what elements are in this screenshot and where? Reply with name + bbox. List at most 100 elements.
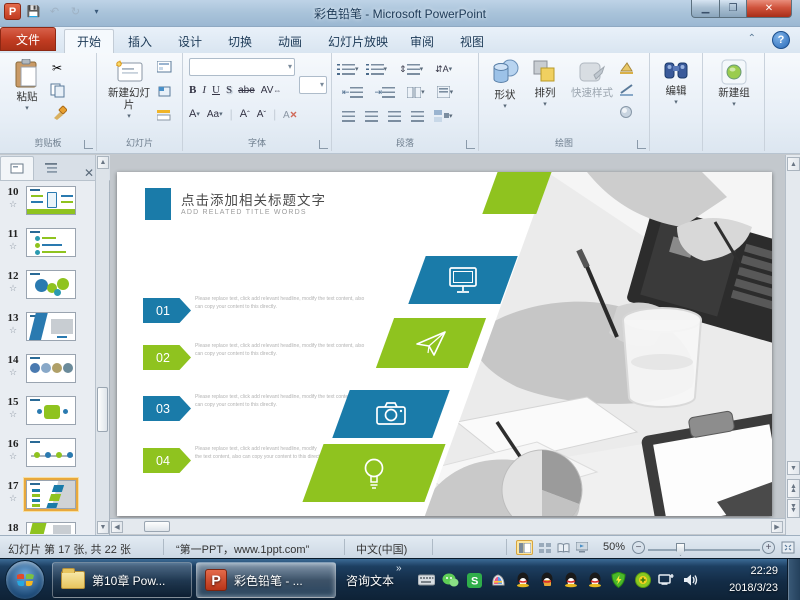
next-slide-button[interactable]: ▼▼ [787,499,800,518]
kingsoft-icon[interactable] [634,572,651,589]
tab-transitions[interactable]: 切换 [216,29,264,53]
help-icon[interactable]: ? [772,31,790,49]
tab-review[interactable]: 审阅 [398,29,446,53]
outline-pane-tab[interactable] [34,156,68,180]
previous-slide-button[interactable]: ▲▲ [787,479,800,498]
change-case-button[interactable]: A▾ [189,105,200,123]
scroll-right-icon[interactable]: ▶ [771,521,783,533]
animation-star-icon[interactable]: ☆ [2,241,24,252]
qq-icon-2[interactable] [538,572,555,589]
save-icon[interactable]: 💾 [25,3,42,20]
justify-button[interactable] [411,107,424,125]
item-text-01[interactable]: Please replace text, click add relevant … [195,295,365,311]
item-text-02[interactable]: Please replace text, click add relevant … [195,342,365,358]
qat-customize-icon[interactable]: ▾ [88,3,105,20]
arrange-button[interactable]: 排列 ▾ [527,59,563,109]
tab-animations[interactable]: 动画 [266,29,314,53]
slide-thumbnail-14[interactable]: 14 ☆ [0,354,92,386]
clipboard-dialog-launcher-icon[interactable] [84,140,93,149]
taskbar-toolbar-label[interactable]: 咨询文本 [346,572,394,589]
item-tag-01[interactable]: 01 [143,298,191,323]
decrease-indent-button[interactable]: ⇤ [342,83,363,101]
redo-icon[interactable]: ↻ [67,3,84,20]
format-painter-button[interactable] [52,105,67,123]
item-text-03[interactable]: Please replace text, click add relevant … [195,393,365,409]
zoom-level[interactable]: 50% [603,541,625,553]
tab-slideshow[interactable]: 幻灯片放映 [316,29,400,53]
animation-star-icon[interactable]: ☆ [2,283,24,294]
editor-horizontal-scrollbar[interactable]: ◀ ▶ [110,518,785,534]
slide-subtitle[interactable]: ADD RELATED TITLE WORDS [181,209,307,216]
zoom-slider-thumb[interactable] [676,543,685,556]
text-shadow-button[interactable]: S [226,81,232,99]
slide-thumbnail-12[interactable]: 12 ☆ [0,270,92,302]
new-group-button[interactable]: 新建组 ▾ [709,59,759,109]
normal-view-button[interactable] [516,540,533,555]
editor-vertical-scrollbar[interactable]: ▲ ▼ ▲▲ ▼▼ [785,155,800,535]
sidebar-scroll-down-icon[interactable]: ▼ [97,521,109,534]
tab-file[interactable]: 文件 [0,27,56,51]
monitor-shape[interactable] [408,256,517,304]
camera-shape[interactable] [332,390,449,438]
undo-icon[interactable]: ↶ [46,3,63,20]
show-desktop-button[interactable] [787,559,800,600]
slide-thumbnail-13[interactable]: 13 ☆ [0,312,92,344]
close-pane-icon[interactable]: ✕ [84,166,94,180]
powerpoint-app-icon[interactable]: P [4,3,21,20]
slides-pane-tab[interactable] [0,156,34,180]
tab-view[interactable]: 视图 [448,29,496,53]
bold-button[interactable]: B [189,81,196,99]
font-color-button[interactable]: Aa▾ [207,105,223,123]
animation-star-icon[interactable]: ☆ [2,325,24,336]
slideshow-view-button[interactable] [573,540,590,555]
shape-fill-button[interactable] [619,61,635,77]
font-name-select[interactable] [189,58,295,76]
character-spacing-button[interactable]: AV⇔ [261,81,282,99]
sidebar-scroll-up-icon[interactable]: ▲ [97,156,109,169]
qq-icon-1[interactable] [514,572,531,589]
clear-formatting-button[interactable]: A [283,105,297,123]
title-accent-square[interactable] [145,188,171,220]
sidebar-scrollbar[interactable]: ▲ ▼ [95,155,109,535]
wechat-icon[interactable] [442,572,459,589]
zoom-out-icon[interactable]: − [632,541,645,554]
increase-indent-button[interactable]: ⇥ [375,83,396,101]
fit-to-window-icon[interactable] [781,541,795,554]
network-icon[interactable] [658,572,675,589]
animation-star-icon[interactable]: ☆ [2,451,24,462]
section-button[interactable] [157,109,173,125]
scroll-up-icon[interactable]: ▲ [787,157,800,171]
quick-styles-button[interactable]: 快速样式 [567,59,617,99]
zoom-in-icon[interactable]: + [762,541,775,554]
collapse-ribbon-icon[interactable]: ⌃ [748,33,756,44]
browser-icon[interactable] [490,572,507,589]
input-keyboard-icon[interactable] [418,572,435,589]
align-center-button[interactable] [365,107,378,125]
taskbar-clock[interactable]: 22:29 2018/3/23 [729,563,778,596]
restore-button[interactable]: ❐ [720,0,747,18]
minimize-button[interactable]: ▁ [691,0,720,18]
slide-thumbnail-15[interactable]: 15 ☆ [0,396,92,428]
slide-thumbnail-11[interactable]: 11 ☆ [0,228,92,260]
animation-star-icon[interactable]: ☆ [2,493,24,504]
slide-thumbnail-16[interactable]: 16 ☆ [0,438,92,470]
item-tag-03[interactable]: 03 [143,396,191,421]
bullets-button[interactable]: ▾ [342,60,359,78]
slide-sorter-view-button[interactable] [536,540,553,555]
reset-slide-button[interactable] [157,85,172,101]
paste-button[interactable]: 粘贴 ▾ [8,59,46,113]
animation-star-icon[interactable]: ☆ [2,409,24,420]
taskbar-task-folder[interactable]: 第10章 Pow... [52,562,192,598]
align-right-button[interactable] [388,107,401,125]
text-direction-button[interactable]: ⇵A▾ [435,60,452,78]
strikethrough-button[interactable]: abe [238,81,255,99]
paper-plane-shape[interactable] [376,318,486,368]
smartart-convert-button[interactable]: ▾ [434,107,453,125]
zoom-slider[interactable] [648,549,760,551]
layout-button[interactable] [157,61,173,77]
tab-design[interactable]: 设计 [166,29,214,53]
align-left-button[interactable] [342,107,355,125]
line-spacing-button[interactable]: ⇕▾ [399,60,423,78]
sidebar-scroll-thumb[interactable] [97,387,108,432]
horizontal-scroll-thumb[interactable] [144,521,170,532]
